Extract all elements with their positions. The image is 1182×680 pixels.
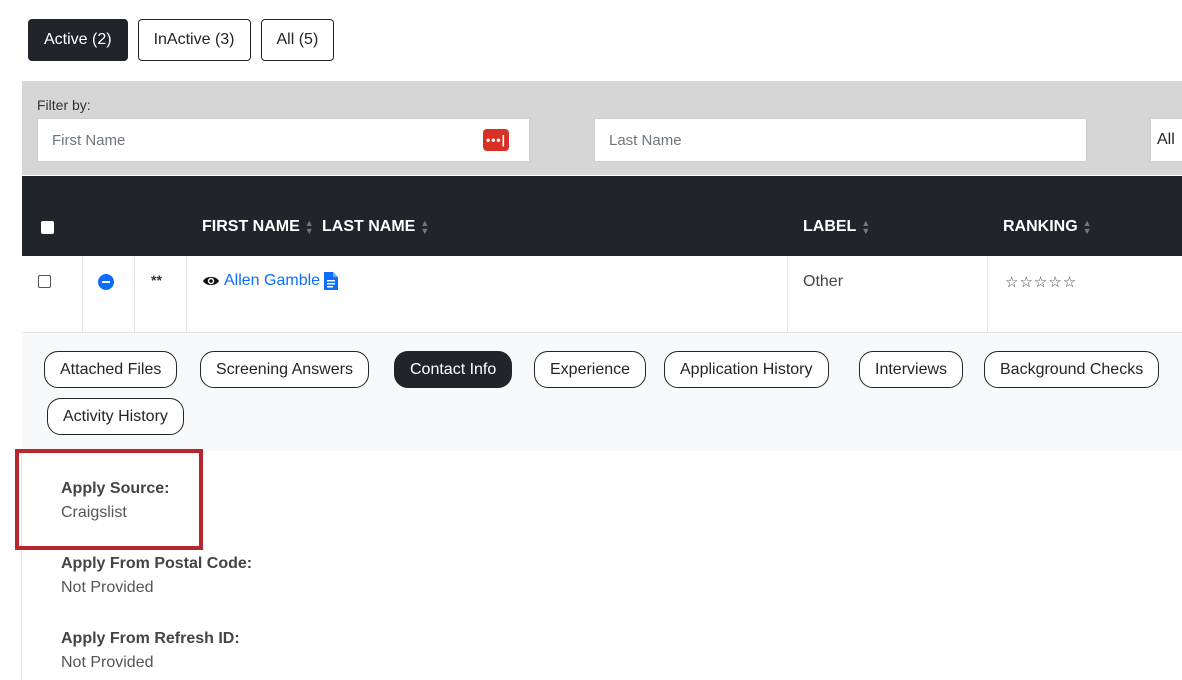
ranking-stars[interactable]: ☆☆☆☆☆ — [1005, 273, 1077, 291]
status-tabs: Active (2) InActive (3) All (5) — [28, 19, 335, 61]
table-header: FIRST NAME ▲ ▼ LAST NAME ▲ ▼ LABEL ▲ ▼ RANK… — [22, 176, 1182, 256]
header-first-name-label: FIRST NAME — [202, 218, 300, 235]
row-label: Other — [803, 273, 844, 290]
tab-inactive[interactable]: InActive (3) — [137, 19, 251, 61]
document-icon[interactable] — [324, 272, 339, 290]
name-cell-content: Allen Gamble — [202, 272, 339, 290]
header-label-text: LABEL — [803, 218, 857, 235]
sort-icon: ▲ ▼ — [420, 218, 430, 236]
refresh-id-value: Not Provided — [61, 654, 154, 671]
header-ranking-text: RANKING — [1003, 218, 1078, 235]
row-flag: ** — [151, 272, 162, 288]
header-ranking[interactable]: RANKING ▲ ▼ — [1003, 218, 1092, 236]
cell-flag — [135, 256, 187, 332]
cell-collapse — [83, 256, 135, 332]
status-select[interactable]: All — [1150, 118, 1182, 162]
cell-checkbox — [22, 256, 83, 332]
sort-icon: ▲ ▼ — [304, 218, 314, 236]
collapse-row-icon[interactable] — [98, 274, 114, 290]
refresh-id-field: Apply From Refresh ID: Not Provided — [61, 630, 240, 672]
password-manager-icon[interactable]: •••| — [483, 129, 509, 151]
postal-code-field: Apply From Postal Code: Not Provided — [61, 555, 252, 597]
filter-bar: Filter by: First Name •••| Last Name All — [22, 81, 1182, 175]
first-name-input[interactable]: First Name •••| — [37, 118, 530, 162]
tab-all[interactable]: All (5) — [260, 19, 335, 61]
candidate-name-link[interactable]: Allen Gamble — [224, 272, 320, 290]
cell-name — [187, 256, 788, 332]
detail-tabs: Attached Files Screening Answers Contact… — [22, 333, 1182, 451]
row-checkbox[interactable] — [38, 275, 51, 288]
tab-screening-answers[interactable]: Screening Answers — [200, 351, 369, 388]
tab-experience[interactable]: Experience — [534, 351, 647, 388]
tab-contact-info[interactable]: Contact Info — [394, 351, 513, 388]
filter-label: Filter by: — [37, 97, 91, 113]
highlight-annotation — [15, 449, 203, 550]
first-name-placeholder: First Name — [52, 131, 126, 149]
postal-code-label: Apply From Postal Code: — [61, 555, 253, 572]
tab-attached-files[interactable]: Attached Files — [44, 351, 178, 388]
tab-interviews[interactable]: Interviews — [859, 351, 964, 388]
tab-active[interactable]: Active (2) — [28, 19, 128, 61]
header-last-name-label: LAST NAME — [322, 218, 416, 235]
refresh-id-label: Apply From Refresh ID: — [61, 630, 240, 647]
header-label[interactable]: LABEL ▲ ▼ — [803, 218, 870, 236]
postal-code-value: Not Provided — [61, 579, 154, 596]
sort-icon: ▲ ▼ — [1082, 218, 1092, 236]
last-name-placeholder: Last Name — [609, 131, 682, 149]
select-all-checkbox[interactable] — [41, 221, 54, 234]
header-last-name[interactable]: LAST NAME ▲ ▼ — [322, 218, 429, 236]
table-row: ** Allen Gamble Other ☆☆☆☆☆ — [22, 256, 1182, 333]
sort-icon: ▲ ▼ — [861, 218, 871, 236]
tab-background-checks[interactable]: Background Checks — [984, 351, 1160, 388]
header-first-name[interactable]: FIRST NAME ▲ ▼ — [202, 218, 314, 236]
last-name-input[interactable]: Last Name — [594, 118, 1087, 162]
tab-application-history[interactable]: Application History — [664, 351, 829, 388]
tab-activity-history[interactable]: Activity History — [47, 398, 184, 435]
eye-icon[interactable] — [202, 275, 220, 287]
cell-label — [788, 256, 988, 332]
